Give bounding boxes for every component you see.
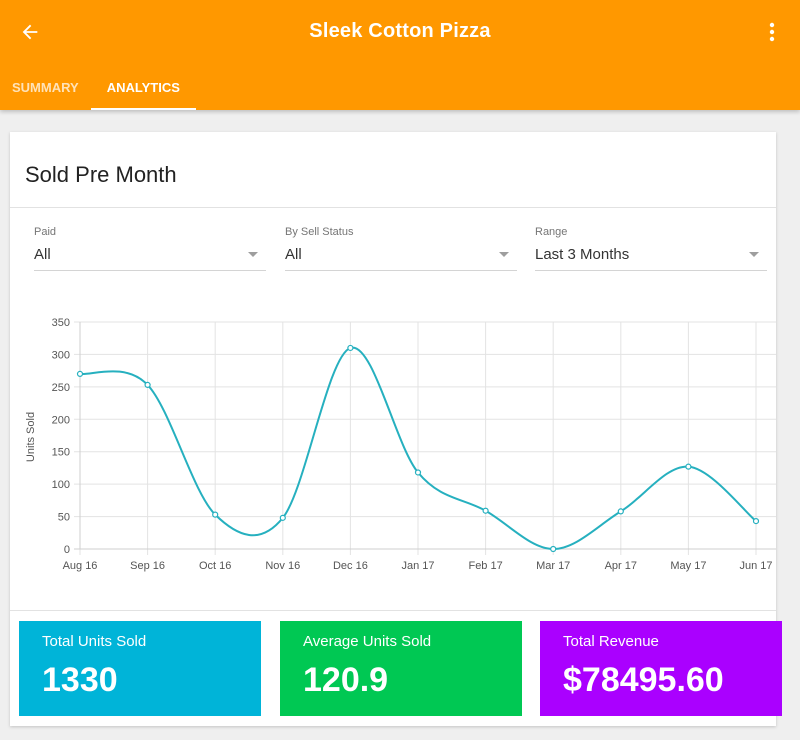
data-point — [144, 381, 151, 389]
x-tick-label: Jan 17 — [401, 560, 434, 572]
tab-summary[interactable]: SUMMARY — [0, 70, 91, 108]
analytics-card: Sold Pre Month Paid All By Sell Status A… — [10, 132, 782, 726]
chevron-down-icon — [499, 252, 509, 257]
chevron-down-icon — [248, 252, 258, 257]
data-point — [76, 370, 84, 377]
stat-value: 120.9 — [303, 661, 389, 699]
x-tick-label: Mar 17 — [536, 560, 570, 572]
y-tick-label: 100 — [52, 479, 70, 491]
chart-grid — [74, 321, 776, 555]
divider — [10, 207, 776, 208]
x-tick-label: May 17 — [670, 560, 706, 572]
card-title: Sold Pre Month — [25, 162, 177, 187]
stat-value: $78495.60 — [563, 661, 724, 699]
sell-status-filter-select[interactable]: By Sell Status All — [285, 224, 517, 271]
x-tick-label: Jun 17 — [739, 560, 772, 572]
range-filter-select[interactable]: Range Last 3 Months — [535, 224, 767, 271]
y-axis-ticks: 0 50 100 150 200 250 300 350 — [52, 317, 70, 556]
average-units-sold-tile: Average Units Sold 120.9 — [280, 621, 522, 716]
paid-filter-select[interactable]: Paid All — [34, 224, 266, 271]
line-chart: 0 50 100 150 200 250 300 350 Aug 16 Sep 16 Oct 16… — [25, 317, 776, 572]
data-point — [347, 344, 354, 352]
data-point — [617, 508, 624, 515]
data-point — [212, 511, 219, 518]
chevron-down-icon — [749, 252, 759, 257]
stat-label: Total Revenue — [563, 633, 659, 650]
more-vert-icon — [769, 22, 775, 42]
filter-label: By Sell Status — [285, 226, 354, 238]
x-tick-label: Dec 16 — [333, 560, 368, 572]
tab-analytics[interactable]: ANALYTICS — [90, 70, 196, 110]
y-axis-label: Units Sold — [25, 412, 37, 462]
y-tick-label: 300 — [52, 349, 70, 361]
stat-label: Total Units Sold — [42, 633, 147, 650]
filter-value: All — [285, 246, 302, 263]
x-tick-label: Sep 16 — [130, 560, 165, 572]
y-tick-label: 150 — [52, 447, 70, 459]
data-point — [685, 463, 692, 470]
stat-label: Average Units Sold — [303, 633, 432, 650]
x-tick-label: Aug 16 — [63, 560, 98, 572]
data-point — [550, 545, 557, 553]
x-tick-label: Feb 17 — [468, 560, 502, 572]
x-tick-label: Apr 17 — [605, 560, 637, 572]
more-options-button[interactable] — [758, 16, 786, 48]
total-revenue-tile: Total Revenue $78495.60 — [540, 621, 782, 716]
y-tick-label: 200 — [52, 414, 70, 426]
filter-label: Paid — [34, 226, 57, 238]
data-point — [482, 507, 489, 514]
x-axis-ticks: Aug 16 Sep 16 Oct 16 Nov 16 Dec 16 Jan 17 Feb … — [63, 560, 773, 572]
y-tick-label: 350 — [52, 317, 70, 329]
data-point — [752, 518, 760, 525]
tab-bar: SUMMARY ANALYTICS — [0, 70, 196, 110]
divider — [10, 610, 776, 611]
filter-value: All — [34, 246, 51, 263]
x-tick-label: Nov 16 — [265, 560, 300, 572]
stat-value: 1330 — [42, 661, 118, 699]
x-tick-label: Oct 16 — [199, 560, 231, 572]
filter-value: Last 3 Months — [535, 246, 630, 263]
data-point — [279, 514, 286, 521]
total-units-sold-tile: Total Units Sold 1330 — [19, 621, 261, 716]
page-title: Sleek Cotton Pizza — [309, 20, 491, 42]
y-tick-label: 50 — [58, 512, 70, 524]
y-tick-label: 0 — [64, 544, 70, 556]
filter-label: Range — [535, 226, 568, 238]
units-sold-chart: 0 50 100 150 200 250 300 350 Aug 16 Sep 16 Oct 16… — [10, 312, 776, 582]
data-point — [414, 469, 422, 476]
app-bar: Sleek Cotton Pizza SUMMARY ANALYTICS — [0, 0, 800, 110]
y-tick-label: 250 — [52, 382, 70, 394]
